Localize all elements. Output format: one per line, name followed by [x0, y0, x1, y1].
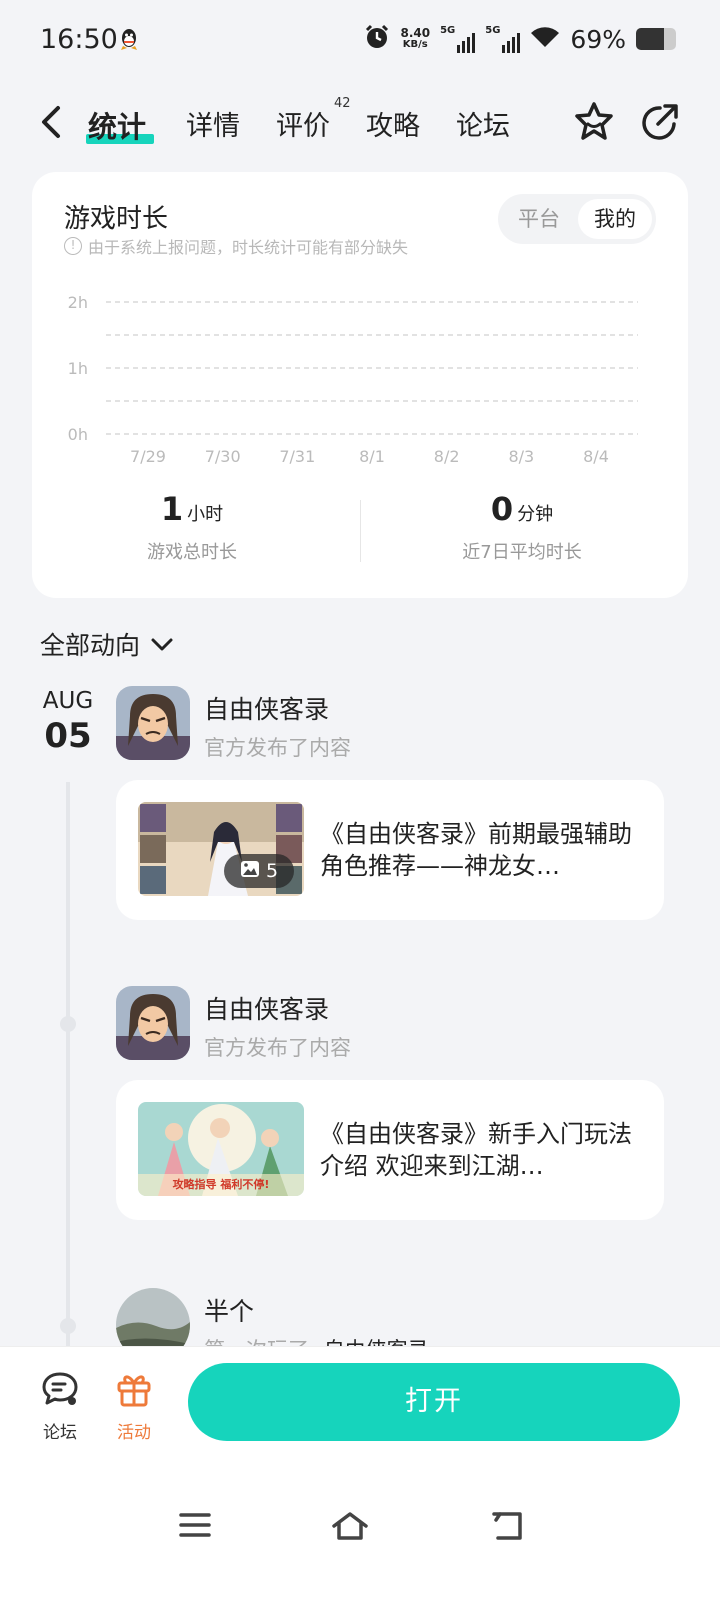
playtime-note: ! 由于系统上报问题，时长统计可能有部分缺失 — [64, 234, 408, 258]
review-count-badge: 42 — [334, 96, 351, 111]
post-thumbnail: 攻略指导 福利不停! — [138, 1102, 304, 1196]
signal-icon: 5G — [440, 25, 476, 53]
network-speed: 8.40 KB/s — [400, 26, 431, 50]
chart-x-tick: 8/1 — [359, 447, 385, 466]
post-card[interactable]: 5 《自由侠客录》前期最强辅助角色推荐——神龙女… — [116, 780, 664, 920]
total-unit: 小时 — [187, 504, 224, 525]
feed-author-name: 自由侠客录 — [204, 995, 330, 1024]
alarm-icon — [364, 24, 390, 54]
chart-y-tick: 0h — [68, 425, 88, 444]
feed-author-name: 半个 — [204, 1297, 255, 1326]
chart-y-tick: 1h — [68, 359, 88, 378]
post-card[interactable]: 攻略指导 福利不停! 《自由侠客录》新手入门玩法介绍 欢迎来到江湖… — [116, 1080, 664, 1220]
toggle-mine[interactable]: 我的 — [578, 199, 652, 239]
avg-playtime: 0 分钟 近7日平均时长 — [362, 490, 682, 564]
info-icon: ! — [64, 237, 82, 255]
share-icon[interactable] — [638, 100, 682, 148]
tab-forum[interactable]: 论坛 — [456, 104, 510, 143]
total-label: 游戏总时长 — [147, 542, 237, 563]
avg-label: 近7日平均时长 — [462, 542, 582, 563]
forum-icon — [30, 1369, 90, 1414]
post-thumbnail: 5 — [138, 802, 304, 896]
favorite-star-icon[interactable] — [572, 100, 616, 148]
tab-reviews[interactable]: 评价 — [276, 104, 330, 143]
playtime-card: 游戏时长 ! 由于系统上报问题，时长统计可能有部分缺失 平台 我的 2h 1h 0h… — [32, 172, 688, 598]
game-avatar — [116, 686, 190, 760]
gift-icon — [104, 1369, 164, 1414]
playtime-chart: 2h 1h 0h 7/29 7/30 7/31 8/1 8/2 8/3 8/4 — [32, 276, 688, 476]
tab-guides[interactable]: 攻略 — [366, 104, 420, 143]
wifi-icon — [530, 25, 560, 53]
status-time: 16:50 — [40, 24, 118, 55]
top-nav: 统计 详情 评价 42 攻略 论坛 — [0, 90, 720, 160]
activity-date: AUG 05 — [42, 688, 94, 756]
timeline-dot — [60, 1318, 76, 1334]
timeline-dot — [60, 1016, 76, 1032]
game-avatar — [116, 986, 190, 1060]
qq-icon — [118, 28, 140, 56]
back-nav-icon[interactable] — [490, 1510, 526, 1546]
bottom-action-bar: 论坛 活动 打开 — [0, 1346, 720, 1456]
chart-y-tick: 2h — [68, 293, 88, 312]
battery-icon — [636, 28, 676, 50]
status-bar: 16:50 8.40 KB/s 5G 5G 69% — [0, 0, 720, 84]
timeline-line — [66, 782, 70, 1352]
system-nav-bar — [0, 1456, 720, 1608]
chevron-down-icon — [150, 630, 174, 659]
forum-button[interactable]: 论坛 — [30, 1369, 90, 1443]
signal-icon: 5G — [485, 25, 521, 53]
tab-stats[interactable]: 统计 — [88, 104, 146, 146]
feed-item-header[interactable]: 自由侠客录 官方发布了内容 — [116, 686, 351, 762]
total-playtime: 1 小时 游戏总时长 — [32, 490, 352, 564]
banner-text: 攻略指导 福利不停! — [172, 1178, 270, 1191]
back-icon[interactable] — [38, 104, 66, 140]
feed-item-header[interactable]: 自由侠客录 官方发布了内容 — [116, 986, 351, 1062]
scope-toggle[interactable]: 平台 我的 — [498, 194, 656, 244]
chart-x-tick: 8/3 — [508, 447, 534, 466]
image-icon — [240, 860, 260, 883]
feed-action: 官方发布了内容 — [204, 1036, 351, 1060]
total-value: 1 — [160, 490, 184, 528]
event-button[interactable]: 活动 — [104, 1369, 164, 1443]
post-title: 《自由侠客录》新手入门玩法介绍 欢迎来到江湖… — [320, 1120, 632, 1180]
tab-details[interactable]: 详情 — [186, 104, 240, 143]
chart-x-tick: 7/29 — [130, 447, 166, 466]
feed-action: 官方发布了内容 — [204, 736, 351, 760]
divider — [360, 500, 361, 562]
feed-author-name: 自由侠客录 — [204, 695, 330, 724]
chart-x-tick: 8/4 — [583, 447, 609, 466]
home-icon[interactable] — [330, 1510, 370, 1546]
post-title: 《自由侠客录》前期最强辅助角色推荐——神龙女… — [320, 820, 632, 880]
toggle-platform[interactable]: 平台 — [502, 199, 576, 239]
activity-filter[interactable]: 全部动向 — [40, 626, 174, 662]
chart-x-tick: 8/2 — [434, 447, 460, 466]
battery-percent: 69% — [570, 24, 626, 54]
playtime-title: 游戏时长 — [64, 204, 169, 234]
open-game-button[interactable]: 打开 — [188, 1363, 680, 1441]
avg-unit: 分钟 — [517, 504, 554, 525]
image-count-badge: 5 — [224, 854, 294, 888]
menu-icon[interactable] — [178, 1510, 212, 1544]
chart-x-tick: 7/30 — [205, 447, 241, 466]
chart-x-tick: 7/31 — [279, 447, 315, 466]
avg-value: 0 — [490, 490, 514, 528]
